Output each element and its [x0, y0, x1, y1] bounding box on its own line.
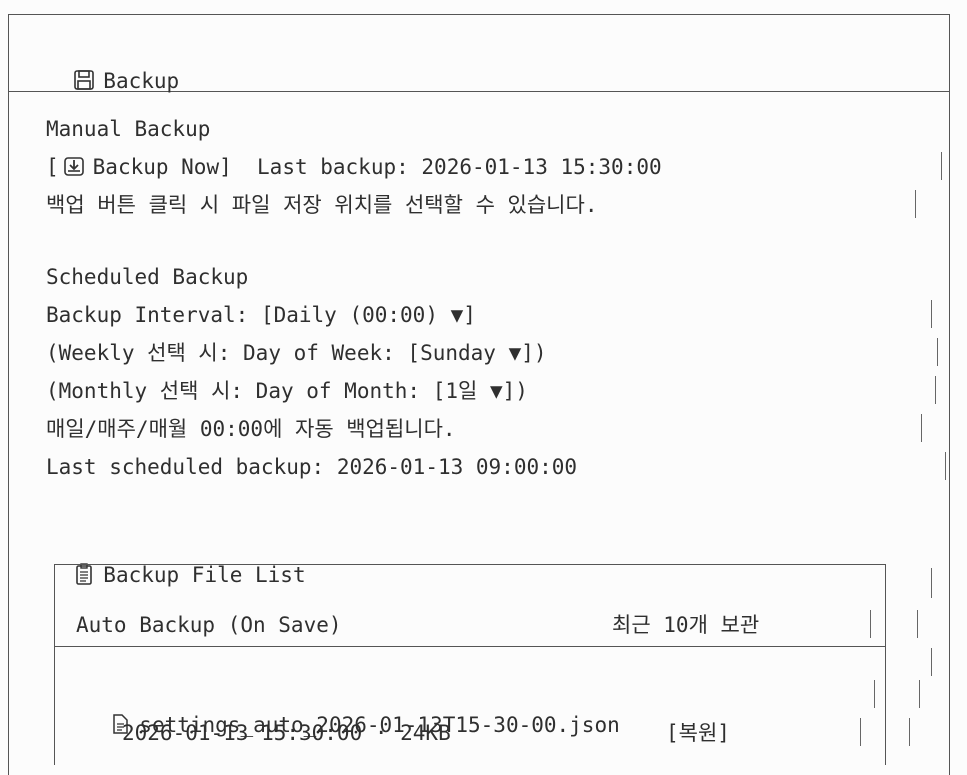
backup-now-button[interactable]: Backup Now	[59, 155, 219, 179]
border-tick	[931, 648, 932, 676]
download-tray-icon	[63, 157, 84, 176]
weekly-label: (Weekly 선택 시: Day of Week:	[46, 341, 395, 365]
manual-backup-heading: Manual Backup	[46, 117, 211, 141]
monthly-row: (Monthly 선택 시: Day of Month: [1일 ▼])	[46, 379, 528, 403]
interval-row: Backup Interval: [Daily (00:00) ▼]	[46, 303, 476, 327]
backup-now-label: Backup Now	[92, 155, 220, 179]
floppy-disk-icon	[74, 70, 95, 90]
border-tick	[870, 610, 871, 638]
manual-backup-hint: 백업 버튼 클릭 시 파일 저장 위치를 선택할 수 있습니다.	[46, 193, 598, 217]
auto-backup-title: Auto Backup (On Save)	[76, 613, 342, 637]
interval-select[interactable]: Daily (00:00) ▼	[274, 303, 464, 327]
border-tick	[909, 718, 910, 746]
weekly-row: (Weekly 선택 시: Day of Week: [Sunday ▼])	[46, 341, 547, 365]
border-tick	[919, 680, 920, 708]
border-tick	[941, 152, 942, 180]
scheduled-backup-heading: Scheduled Backup	[46, 265, 249, 289]
border-tick	[874, 680, 875, 708]
last-scheduled-row: Last scheduled backup: 2026-01-13 09:00:…	[46, 452, 577, 482]
border-tick	[915, 190, 916, 218]
day-of-week-select[interactable]: Sunday ▼	[420, 341, 521, 365]
auto-backup-divider	[54, 646, 885, 647]
last-backup-value: 2026-01-13 15:30:00	[421, 155, 662, 179]
retention-note: 최근 10개 보관	[612, 613, 760, 637]
border-tick	[931, 568, 932, 598]
border-tick	[935, 376, 936, 404]
page-title: Backup	[103, 69, 180, 93]
last-backup-label: Last backup:	[257, 155, 409, 179]
day-of-month-select[interactable]: 1일 ▼	[445, 379, 502, 403]
border-tick	[917, 610, 918, 638]
border-tick	[860, 718, 861, 746]
restore-button[interactable]: [복원]	[666, 718, 730, 748]
interval-label: Backup Interval:	[46, 303, 249, 327]
border-tick	[931, 300, 932, 328]
backup-file-meta: 2026-01-13 15:30:00 · 24KB	[122, 721, 451, 745]
scheduled-hint: 매일/매주/매월 00:00에 자동 백업됩니다.	[46, 417, 456, 441]
border-tick	[945, 452, 946, 480]
panel-header: Backup	[48, 36, 179, 96]
monthly-label: (Monthly 선택 시: Day of Month:	[46, 379, 421, 403]
restore-label: 복원	[678, 721, 718, 745]
last-scheduled-label: Last scheduled backup:	[46, 455, 325, 479]
manual-backup-row: [ Backup Now] Last backup: 2026-01-13 15…	[46, 155, 662, 179]
border-tick	[937, 338, 938, 366]
last-scheduled-value: 2026-01-13 09:00:00	[336, 455, 578, 479]
border-tick	[921, 414, 922, 442]
